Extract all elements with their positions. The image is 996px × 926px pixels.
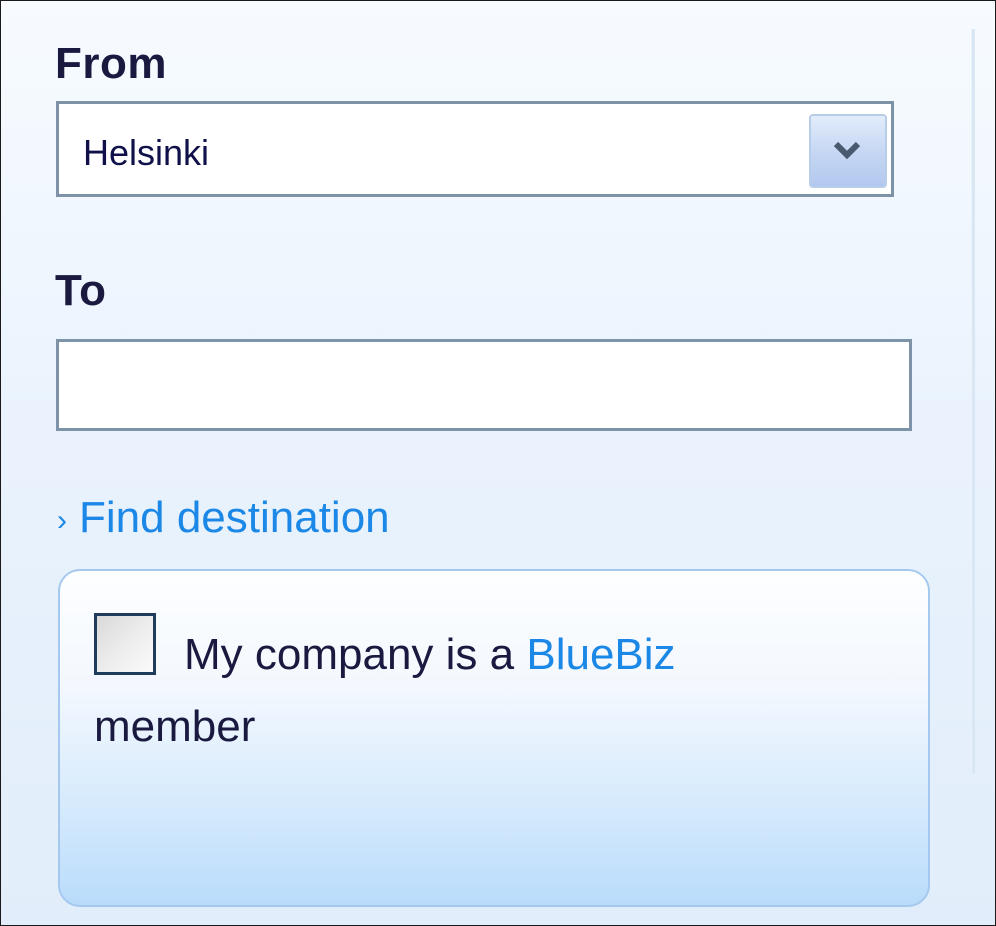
bluebiz-text-after: member: [94, 702, 256, 751]
from-select-value: Helsinki: [83, 132, 210, 173]
from-select[interactable]: Helsinki: [56, 101, 894, 197]
find-destination-label: Find destination: [79, 493, 390, 542]
booking-form-panel: From Helsinki To › Find destination My co…: [0, 0, 996, 926]
bluebiz-box: My company is a BlueBiz member: [58, 569, 930, 907]
to-input[interactable]: [56, 339, 912, 431]
chevron-down-icon: [833, 141, 861, 160]
from-label: From: [55, 39, 167, 88]
bluebiz-link[interactable]: BlueBiz: [526, 630, 675, 679]
find-destination-link[interactable]: › Find destination: [57, 493, 390, 543]
to-label: To: [55, 266, 107, 315]
bluebiz-checkbox[interactable]: [94, 613, 156, 675]
panel-divider: [971, 29, 975, 773]
arrow-right-icon: ›: [57, 504, 67, 537]
bluebiz-text-before: My company is a: [184, 630, 515, 679]
bluebiz-text: My company is a BlueBiz member: [94, 619, 894, 763]
from-dropdown-button[interactable]: [809, 114, 887, 188]
